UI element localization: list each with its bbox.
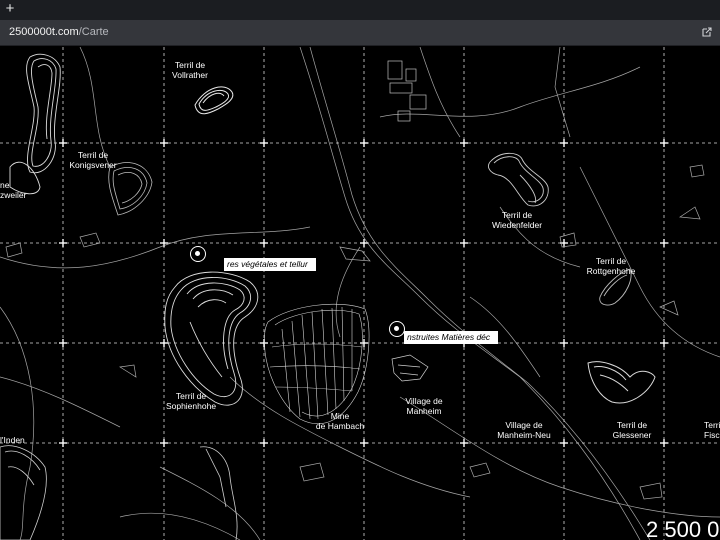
terril-vollrather-shape: [194, 86, 234, 115]
tooltip-tag-2[interactable]: nstruites Matières déc: [404, 331, 498, 344]
terril-zweiler-shape: [9, 53, 61, 195]
label-terril-fisch: Terril de Fisch: [704, 420, 720, 440]
url-host: 2500000t.com: [9, 26, 79, 38]
label-terril-vollrather: Terril de Vollrather: [172, 60, 208, 80]
map-pin-sophienhohe[interactable]: [190, 246, 206, 262]
label-terril-wiedenfelder: Terril de Wiedenfelder: [491, 210, 543, 230]
label-inden: l'Inden: [0, 435, 25, 445]
browser-tab-bar: +: [0, 0, 720, 20]
terril-konigsvener-shape: [108, 162, 153, 216]
terril-wiedenfelder-shape: [487, 152, 549, 207]
address-bar[interactable]: 2500000t.com/Carte: [0, 20, 720, 46]
terril-sophienhohe-shape: [164, 271, 259, 406]
map-drawing: [0, 47, 720, 540]
url-path: /Carte: [78, 26, 109, 38]
terril-glessener-shape: [587, 361, 656, 404]
label-terril-glessener: Terril de Glessener: [612, 420, 652, 440]
small-features: [5, 164, 705, 500]
tooltip-tag-1[interactable]: res végétales et tellur: [224, 258, 316, 271]
industrial-area-shape: [387, 60, 427, 122]
scale-readout: 2 500 0: [646, 517, 720, 540]
grid-markers: [59, 139, 668, 447]
label-village-manheim: Village de Manheim: [405, 396, 443, 416]
bottom-left-shape: [0, 445, 238, 540]
new-tab-button[interactable]: +: [0, 0, 20, 20]
label-terril-sophienhohe: Terril de Sophienhohe: [165, 391, 217, 411]
map-canvas[interactable]: Terril de Vollrather Terril de Konigsven…: [0, 47, 720, 540]
mine-hambach-shape: [264, 303, 370, 424]
village-manheim-shape: [391, 354, 429, 382]
map-pin-manheim[interactable]: [389, 321, 405, 337]
label-village-manheim-neu: Village de Manheim-Neu: [497, 420, 551, 440]
grid-lines: [0, 47, 720, 540]
road-lines: [0, 47, 720, 540]
share-icon[interactable]: [701, 26, 713, 38]
label-mine-hambach: Mine de Hambach: [315, 411, 365, 431]
label-terril-konigsvener: Terril de Konigsvener: [69, 150, 117, 170]
label-terril-rottgenhohe: Terril de Rottgenhohe: [586, 256, 636, 276]
label-zweiler: ne zweiler: [0, 180, 27, 200]
url-text[interactable]: 2500000t.com/Carte: [9, 26, 109, 38]
